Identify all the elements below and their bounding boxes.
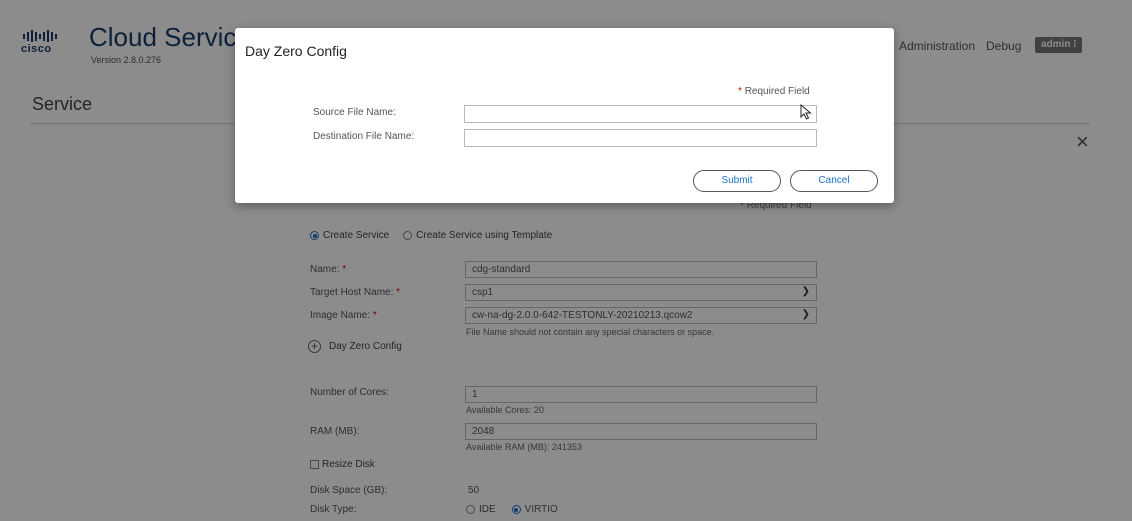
required-star: *: [738, 86, 742, 97]
modal-required-field-note: * Required Field: [738, 86, 810, 97]
source-file-input[interactable]: [464, 105, 817, 123]
destination-file-input[interactable]: [464, 129, 817, 147]
source-file-label: Source File Name:: [313, 107, 396, 118]
submit-button[interactable]: Submit: [693, 170, 781, 192]
mouse-pointer-icon: [800, 104, 812, 120]
cancel-button[interactable]: Cancel: [790, 170, 878, 192]
modal-title: Day Zero Config: [245, 43, 347, 59]
destination-file-label: Destination File Name:: [313, 131, 415, 142]
modal-required-field-text: Required Field: [744, 86, 810, 97]
day-zero-config-modal: Day Zero Config * Required Field Source …: [235, 28, 894, 203]
